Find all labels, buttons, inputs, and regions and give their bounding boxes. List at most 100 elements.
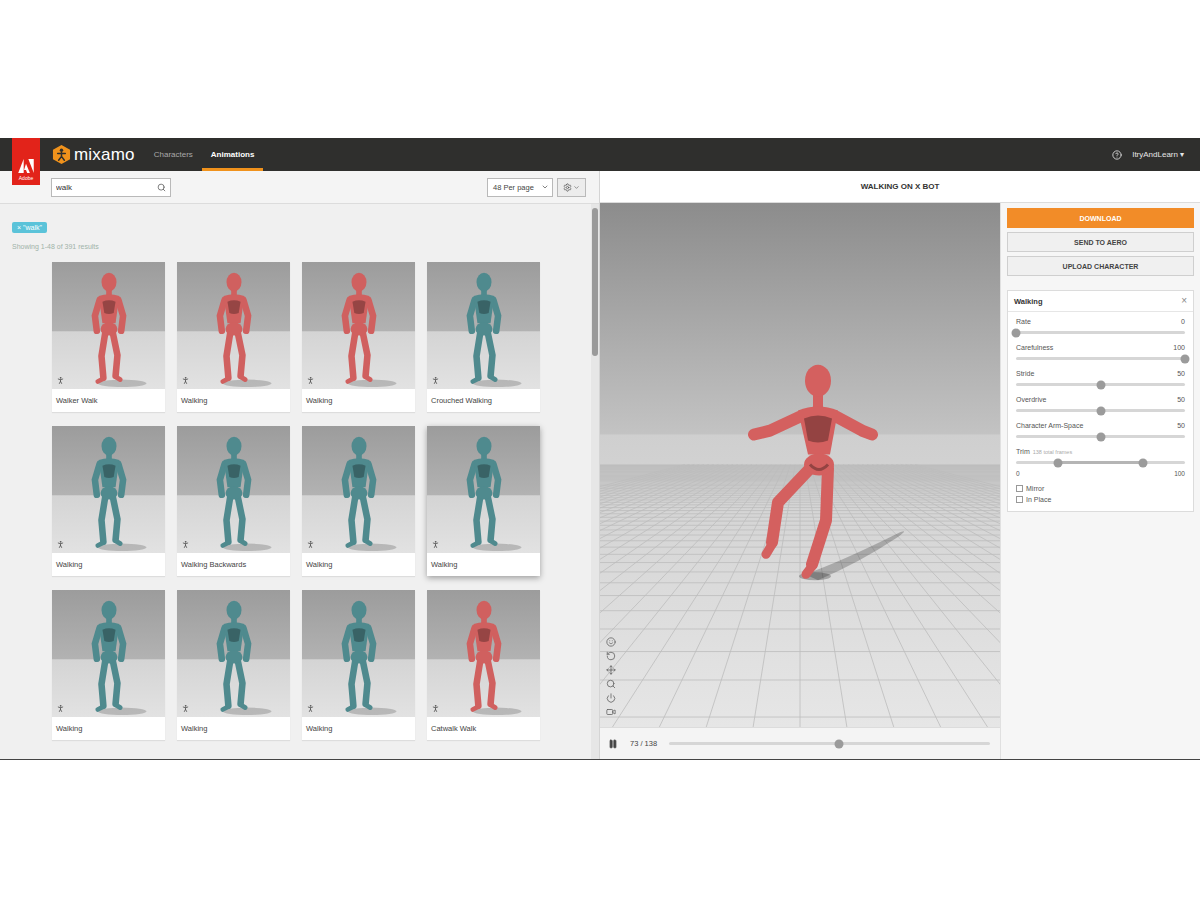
card-thumbnail — [302, 590, 415, 717]
adobe-logo[interactable]: Adobe — [12, 138, 40, 185]
3d-viewport-scene[interactable] — [600, 203, 1000, 727]
slider-row: Overdrive50 — [1008, 390, 1193, 416]
animation-card[interactable]: Catwalk Walk — [427, 590, 540, 740]
character-figure — [434, 267, 534, 389]
settings-button[interactable] — [557, 178, 586, 197]
nav-tab[interactable]: Characters — [145, 138, 202, 171]
slider-thumb[interactable] — [1096, 380, 1105, 389]
character-figure — [184, 431, 284, 553]
animation-card[interactable]: Walking — [302, 262, 415, 412]
action-button[interactable]: UPLOAD CHARACTER — [1007, 256, 1194, 276]
scrollbar-thumb[interactable] — [592, 208, 598, 356]
slider-thumb[interactable] — [1096, 432, 1105, 441]
action-button[interactable]: SEND TO AERO — [1007, 232, 1194, 252]
help-icon[interactable] — [1112, 150, 1122, 160]
search-input[interactable] — [56, 183, 157, 192]
preview-title: WALKING ON X BOT — [600, 171, 1200, 203]
animation-card[interactable]: Crouched Walking — [427, 262, 540, 412]
timeline-thumb[interactable] — [835, 739, 844, 748]
mixamo-app: Adobe mixamo CharactersAnimations ItryAndLe… — [0, 138, 1200, 760]
trim-end-thumb[interactable] — [1138, 458, 1147, 467]
search-icon[interactable] — [157, 183, 166, 192]
slider-label: Rate — [1016, 318, 1031, 325]
animation-card[interactable]: Walking — [177, 262, 290, 412]
toolbar: 48 Per page — [0, 171, 599, 204]
mixamo-logo-icon — [52, 145, 71, 164]
slider-thumb[interactable] — [1096, 406, 1105, 415]
animation-card[interactable]: Walking — [302, 426, 415, 576]
card-label: Walking — [302, 553, 415, 576]
slider-label: Character Arm-Space — [1016, 422, 1083, 429]
character-figure — [59, 431, 159, 553]
character-figure — [309, 267, 409, 389]
character-figure — [309, 431, 409, 553]
power-icon[interactable] — [606, 693, 616, 703]
card-label: Crouched Walking — [427, 389, 540, 412]
slider-thumb[interactable] — [1012, 328, 1021, 337]
checkbox[interactable] — [1016, 496, 1023, 503]
card-thumbnail — [177, 590, 290, 717]
chevron-down-icon — [573, 184, 580, 191]
animation-card[interactable]: Walking — [427, 426, 540, 576]
card-thumbnail — [52, 590, 165, 717]
slider-thumb[interactable] — [1181, 354, 1190, 363]
card-thumbnail — [427, 590, 540, 717]
card-thumbnail — [52, 262, 165, 389]
slider-track[interactable] — [1016, 409, 1185, 412]
card-label: Catwalk Walk — [427, 717, 540, 740]
card-label: Walking Backwards — [177, 553, 290, 576]
character-icon[interactable] — [606, 637, 616, 647]
trim-track[interactable] — [1016, 461, 1185, 464]
slider-label: Stride — [1016, 370, 1034, 377]
slider-value: 0 — [1181, 318, 1185, 325]
card-thumbnail — [52, 426, 165, 553]
animation-card[interactable]: Walker Walk — [52, 262, 165, 412]
playback-bar: 73 / 138 — [600, 727, 1000, 759]
preview-section: WALKING ON X BOT 73 / 138 DOWNLOAD SEND TO … — [600, 171, 1200, 759]
filter-tag[interactable]: × "walk" — [12, 222, 47, 233]
timeline-track[interactable] — [669, 742, 990, 745]
slider-track[interactable] — [1016, 435, 1185, 438]
slider-label: Trim138 total frames — [1016, 448, 1072, 455]
reset-view-icon[interactable] — [606, 651, 616, 661]
user-menu[interactable]: ItryAndLearn▾ — [1132, 150, 1184, 159]
scrollbar[interactable] — [591, 204, 599, 759]
character-figure — [184, 595, 284, 717]
card-label: Walking — [177, 717, 290, 740]
nav-tab[interactable]: Animations — [202, 138, 264, 171]
viewport-tools — [606, 637, 616, 717]
animation-card[interactable]: Walking Backwards — [177, 426, 290, 576]
checkbox[interactable] — [1016, 485, 1023, 492]
character-figure — [184, 267, 284, 389]
slider-row: Stride50 — [1008, 364, 1193, 390]
slider-track[interactable] — [1016, 383, 1185, 386]
slider-track[interactable] — [1016, 357, 1185, 360]
checkbox-row[interactable]: Mirror — [1008, 481, 1193, 492]
results-area: × "walk"Showing 1-48 of 391 resultsWalke… — [0, 204, 591, 759]
card-thumbnail — [177, 262, 290, 389]
checkbox-row[interactable]: In Place — [1008, 492, 1193, 503]
card-label: Walking — [52, 717, 165, 740]
trim-start-thumb[interactable] — [1054, 458, 1063, 467]
card-label: Walker Walk — [52, 389, 165, 412]
viewport — [600, 203, 1000, 727]
search-box — [51, 178, 171, 197]
card-label: Walking — [302, 717, 415, 740]
animation-card[interactable]: Walking — [52, 590, 165, 740]
slider-track[interactable] — [1016, 331, 1185, 334]
camera-icon[interactable] — [606, 707, 616, 717]
action-button[interactable]: DOWNLOAD — [1007, 208, 1194, 228]
per-page-select[interactable]: 48 Per page — [487, 178, 553, 197]
close-button[interactable]: × — [1181, 296, 1187, 306]
animation-card[interactable]: Walking — [302, 590, 415, 740]
header-bar: AdobemixamoCharactersAnimationsItryAndLe… — [0, 138, 1200, 171]
pan-icon[interactable] — [606, 665, 616, 675]
animation-card[interactable]: Walking — [177, 590, 290, 740]
animation-type-icon — [431, 376, 440, 385]
zoom-icon[interactable] — [606, 679, 616, 689]
pause-icon[interactable] — [608, 739, 618, 749]
card-label: Walking — [177, 389, 290, 412]
animation-card[interactable]: Walking — [52, 426, 165, 576]
mixamo-brand[interactable]: mixamo — [52, 138, 135, 171]
trim-max: 100 — [1174, 470, 1185, 477]
